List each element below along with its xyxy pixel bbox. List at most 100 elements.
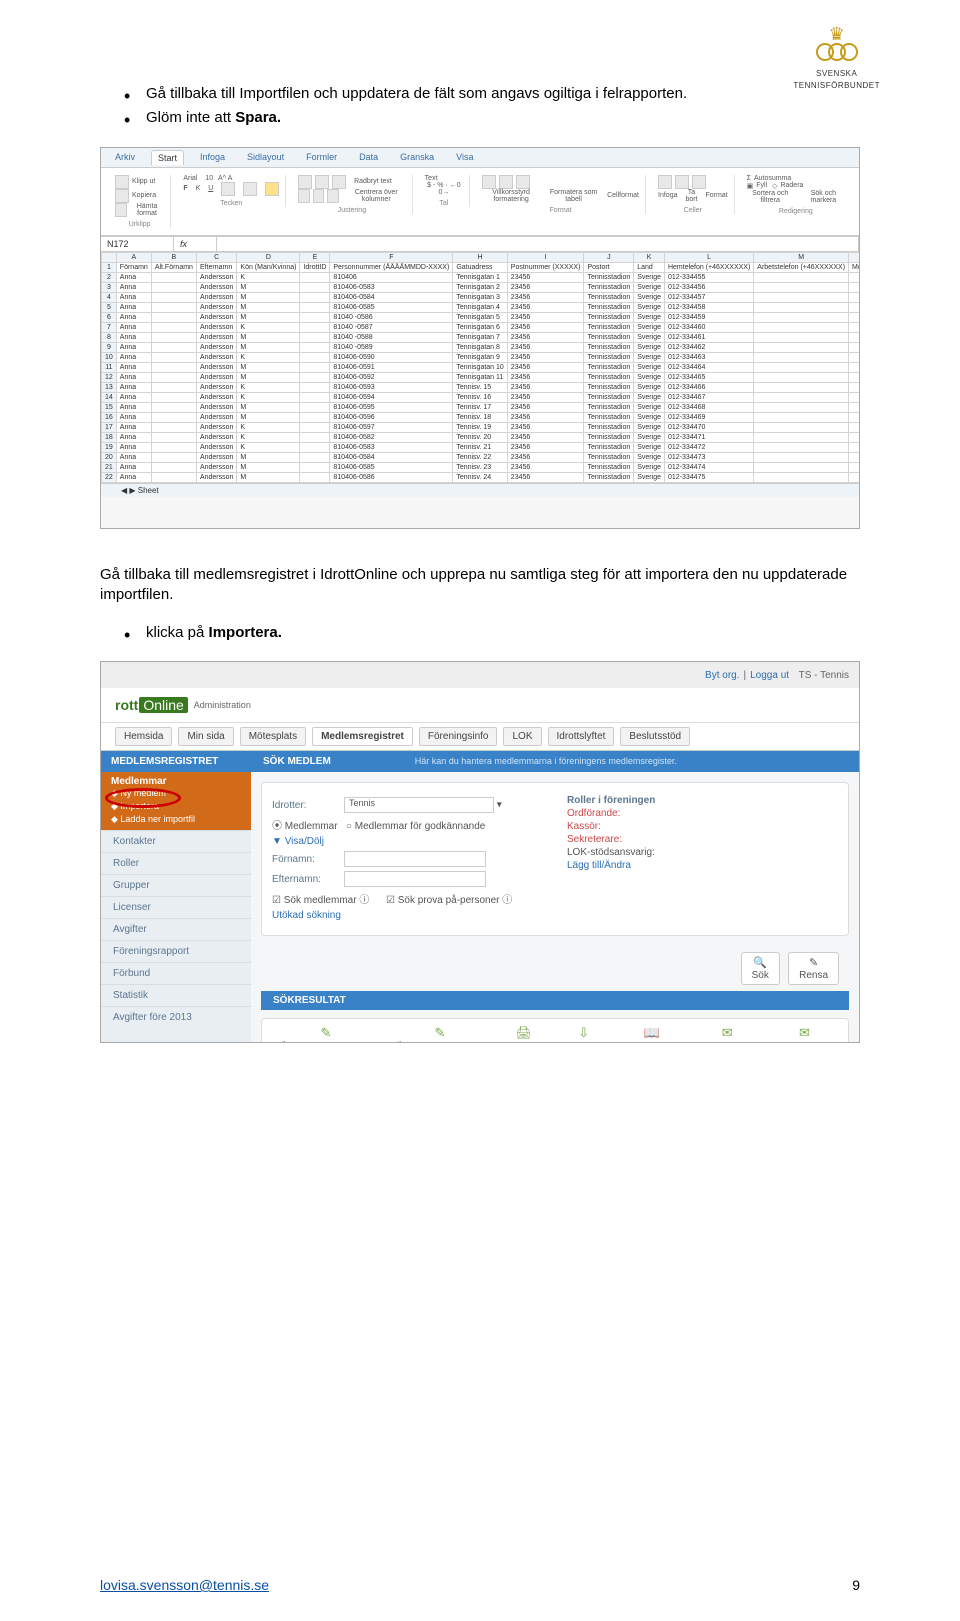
bullet-3: klicka på Importera. bbox=[124, 623, 860, 643]
styles-table: Formatera som tabell bbox=[548, 189, 599, 203]
excel-tab-arkiv: Arkiv bbox=[109, 150, 141, 165]
excel-sheet: ABCDEFHIJKLMNOP 1FörnamnAlt.FörnamnEfter… bbox=[101, 252, 860, 483]
edit-sum: Autosumma bbox=[754, 175, 791, 182]
excel-tab-sidlayout: Sidlayout bbox=[241, 150, 290, 165]
cells-label: Celler bbox=[658, 207, 728, 214]
clip-cut: Klipp ut bbox=[132, 178, 155, 185]
io-tool-4: 📖E-bokföring bbox=[629, 1025, 675, 1043]
io-nav-6: Idrottslyftet bbox=[548, 727, 615, 746]
io-side-title: MEDLEMSREGISTRET bbox=[101, 751, 251, 772]
io-nav-0: Hemsida bbox=[115, 727, 172, 746]
edit-find: Sök och markera bbox=[802, 190, 845, 204]
brand-text-1: SVENSKA bbox=[793, 69, 880, 78]
bullet-1: Gå tillbaka till Importfilen och uppdate… bbox=[124, 84, 860, 104]
io-nav-2: Mötesplats bbox=[240, 727, 306, 746]
edit-sort: Sortera och filtrera bbox=[747, 190, 794, 204]
excel-tab-start: Start bbox=[151, 150, 184, 165]
styles-cell: Cellformat bbox=[607, 192, 639, 199]
io-side-item-8: Avgifter före 2013 bbox=[101, 1006, 251, 1028]
io-nav: Hemsida Min sida Mötesplats Medlemsregistre… bbox=[101, 723, 859, 751]
io-side-item-3: Licenser bbox=[101, 896, 251, 918]
io-nav-1: Min sida bbox=[178, 727, 233, 746]
align-wrap: Radbryt text bbox=[354, 178, 392, 185]
io-tool-1: ✎Ändra idrott/grupp/roll bbox=[397, 1025, 484, 1043]
excel-tab-data: Data bbox=[353, 150, 384, 165]
excel-tab-infoga: Infoga bbox=[194, 150, 231, 165]
excel-tab-visa: Visa bbox=[450, 150, 479, 165]
bullet-3-pre: klicka på bbox=[146, 624, 209, 641]
bullet-2: Glöm inte att Spara. bbox=[124, 108, 860, 128]
ribbon-styles: Villkorsstyrd formatering Formatera som … bbox=[476, 175, 646, 214]
ribbon-font: Arial 10 A^ A F K U Tecken bbox=[177, 175, 286, 207]
roles-link: Lägg till/Ändra bbox=[567, 860, 631, 871]
excel-tab-granska: Granska bbox=[394, 150, 440, 165]
role-2: Sekreterare: bbox=[567, 834, 838, 845]
align-label: Justering bbox=[298, 207, 406, 214]
role-0: Ordförande: bbox=[567, 808, 838, 819]
io-tool-2: 🖨Skriv ut bbox=[509, 1025, 539, 1043]
ribbon-clipboard: Klipp ut Kopiera Hämta format Urklipp bbox=[109, 175, 171, 228]
brand-logo: ♛ SVENSKA TENNISFÖRBUNDET bbox=[793, 24, 880, 90]
io-side-item-2: Grupper bbox=[101, 874, 251, 896]
styles-cond: Villkorsstyrd formatering bbox=[482, 189, 540, 203]
screenshot-idrottonline: Byt org. | Logga ut TS - Tennis rottOnli… bbox=[100, 661, 860, 1043]
lbl-fornamn: Förnamn: bbox=[272, 854, 344, 865]
radio-medlemmar: Medlemmar bbox=[285, 821, 338, 832]
footer-email[interactable]: lovisa.svensson@tennis.se bbox=[100, 1577, 269, 1593]
io-tool-0: ✎Ändra kontaktuppgifter bbox=[281, 1025, 372, 1043]
io-side-item-1: Roller bbox=[101, 852, 251, 874]
ribbon-cells: Infoga Ta bort Format Celler bbox=[652, 175, 735, 214]
btn-sok: 🔍Sök bbox=[741, 952, 780, 985]
excel-tabs: ArkivStartInfogaSidlayoutFormlerDataGran… bbox=[101, 148, 859, 168]
io-nav-7: Beslutsstöd bbox=[620, 727, 690, 746]
io-side-item-6: Förbund bbox=[101, 962, 251, 984]
bullet-2-bold: Spara. bbox=[235, 109, 281, 126]
role-1: Kassör: bbox=[567, 821, 838, 832]
page-number: 9 bbox=[852, 1577, 860, 1593]
io-box-head: Medlemmar bbox=[111, 776, 241, 787]
io-byt-org: Byt org. bbox=[705, 670, 739, 681]
io-side-item-4: Avgifter bbox=[101, 918, 251, 940]
radio-godk: Medlemmar för godkännande bbox=[355, 821, 486, 832]
bullet-3-bold: Importera. bbox=[209, 624, 282, 641]
paragraph: Gå tillbaka till medlemsregistret i Idro… bbox=[100, 565, 860, 606]
io-logo-c: Administration bbox=[194, 700, 251, 710]
edit-clear: Radera bbox=[780, 182, 803, 189]
io-side-item-7: Statistik bbox=[101, 984, 251, 1006]
cell-selector: N172 bbox=[101, 237, 174, 251]
io-logo-b: Online bbox=[139, 697, 187, 713]
io-nav-4: Föreningsinfo bbox=[419, 727, 498, 746]
clip-copy: Kopiera bbox=[132, 192, 156, 199]
link-visadolj: Visa/Dölj bbox=[285, 836, 324, 847]
io-nav-5: LOK bbox=[503, 727, 541, 746]
font-name: Arial bbox=[183, 175, 197, 182]
fx-icon: fx bbox=[174, 237, 217, 251]
crown-icon: ♛ bbox=[793, 24, 880, 45]
chk-sokmed: Sök medlemmar bbox=[284, 895, 357, 906]
styles-label: Format bbox=[482, 207, 639, 214]
val-idrotter: Tennis bbox=[344, 797, 494, 813]
cells-ins: Infoga bbox=[658, 192, 677, 199]
io-bar-desc: Här kan du hantera medlemmarna i förenin… bbox=[355, 756, 847, 767]
io-logo-a: rott bbox=[115, 697, 138, 713]
chk-prova: Sök prova på-personer bbox=[398, 895, 500, 906]
io-nav-3: Medlemsregistret bbox=[312, 727, 413, 746]
ribbon-align: Radbryt text Centrera över kolumner Just… bbox=[292, 175, 413, 214]
io-context: TS - Tennis bbox=[799, 670, 849, 681]
io-bar-title: SÖK MEDLEM bbox=[263, 756, 331, 767]
lbl-efternamn: Efternamn: bbox=[272, 874, 344, 885]
edit-label: Redigering bbox=[747, 208, 845, 215]
ribbon-number: Text $ - % · ←0 0→ Tal bbox=[419, 175, 470, 207]
sheet-tab: Sheet bbox=[138, 486, 159, 495]
clip-label: Urklipp bbox=[115, 221, 164, 228]
io-logout: Logga ut bbox=[750, 670, 789, 681]
io-side-item-0: Kontakter bbox=[101, 830, 251, 852]
io-side-box: Medlemmar ◆ Ny medlem ◆ Importera ◆ Ladd… bbox=[101, 772, 251, 830]
edit-fill: Fyll bbox=[756, 182, 767, 189]
num-format: Text bbox=[425, 175, 438, 182]
clip-format: Hämta format bbox=[130, 203, 165, 217]
io-tool-5: ✉Skicka e-post bbox=[700, 1025, 754, 1043]
roles-header: Roller i föreningen bbox=[567, 795, 838, 806]
cells-fmt: Format bbox=[705, 192, 727, 199]
font-label: Tecken bbox=[183, 200, 279, 207]
